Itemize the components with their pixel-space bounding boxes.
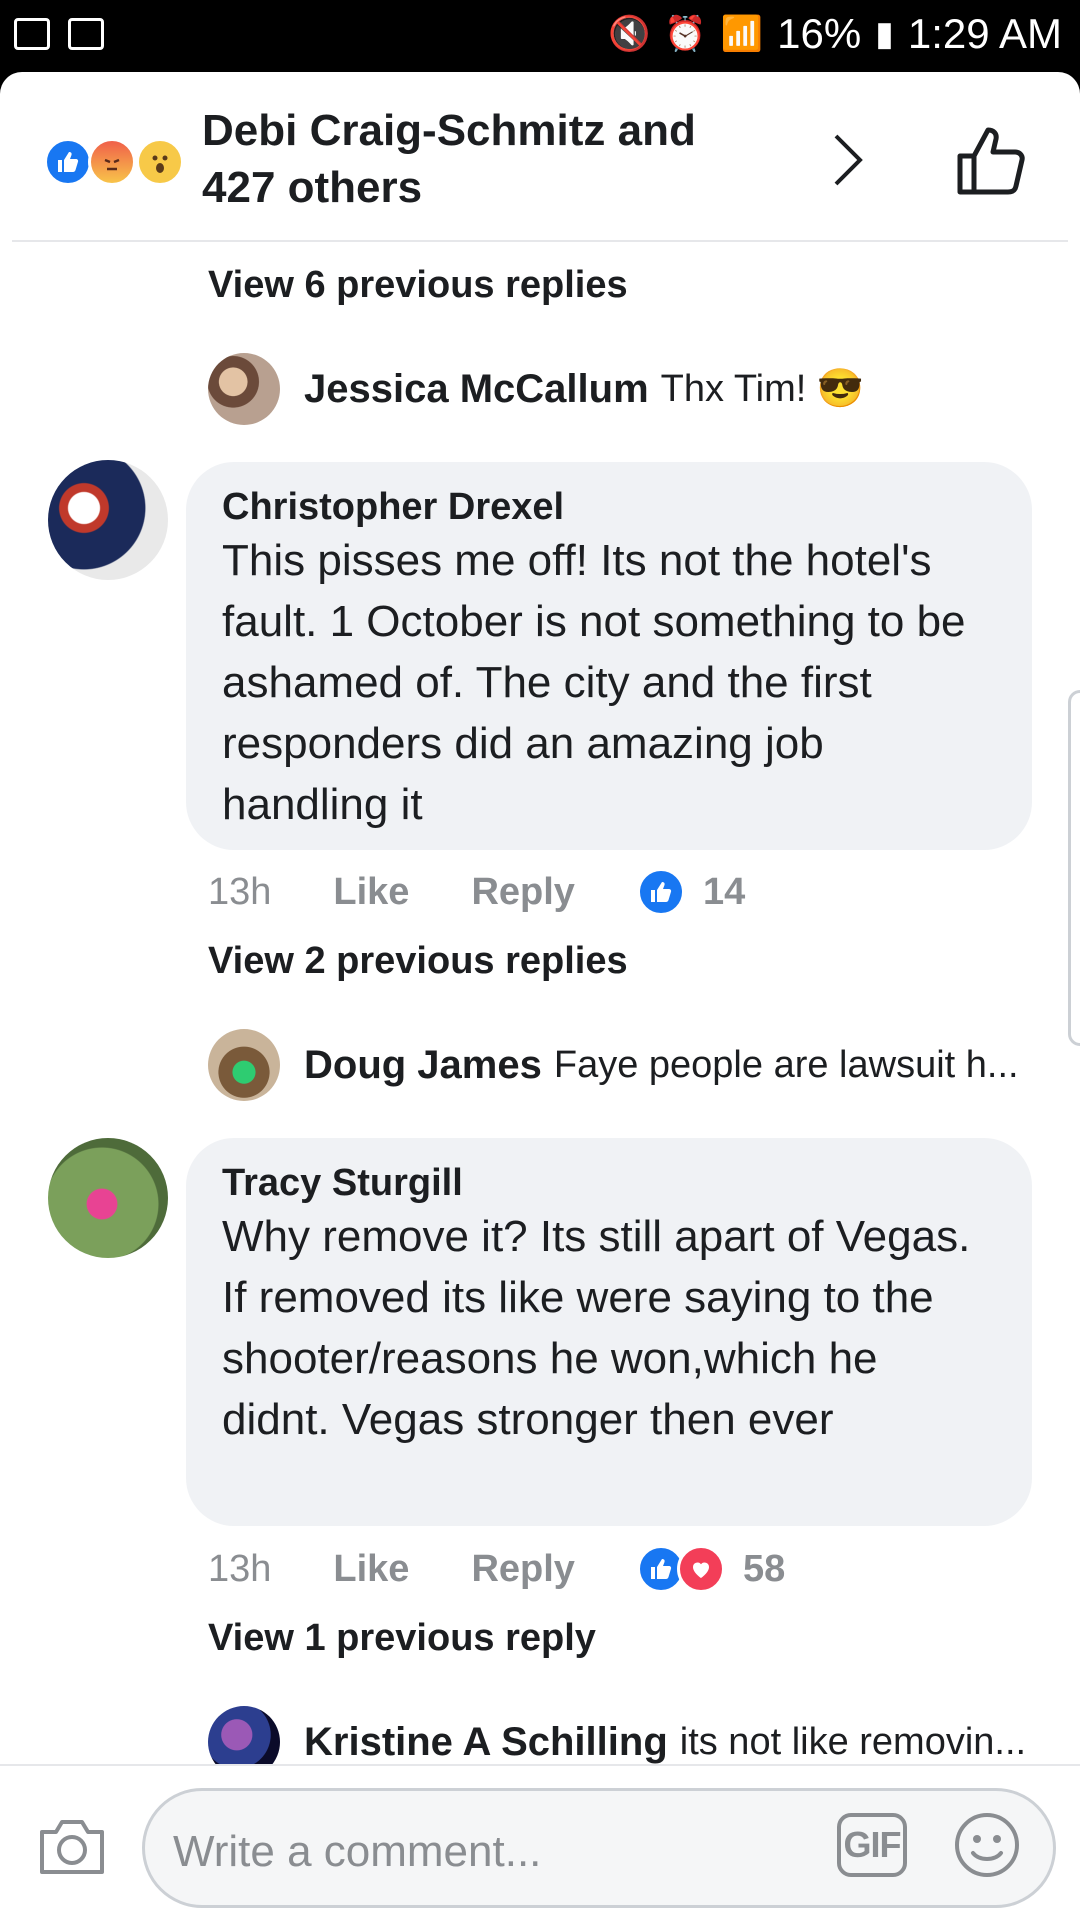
love-icon bbox=[676, 1545, 725, 1593]
comment-actions: 13h Like Reply 58 bbox=[208, 1541, 785, 1597]
mail-notification-icon bbox=[68, 18, 104, 50]
reply-text: Faye people are lawsuit h... bbox=[553, 1043, 1019, 1086]
reactions-header[interactable]: Debi Craig-Schmitz and 427 others bbox=[12, 72, 1068, 242]
view-previous-replies-link[interactable]: View 1 previous reply bbox=[208, 1617, 596, 1660]
reaction-total: 58 bbox=[742, 1547, 786, 1590]
chevron-right-icon[interactable] bbox=[818, 130, 878, 190]
reply-author[interactable]: Doug James bbox=[304, 1043, 542, 1088]
like-icon bbox=[636, 868, 685, 916]
alarm-icon: ⏰ bbox=[664, 15, 707, 53]
status-bar: 🔇 ⏰ 📶 16% ▮ 1:29 AM bbox=[0, 0, 1080, 72]
reactions-title[interactable]: Debi Craig-Schmitz and 427 others bbox=[202, 102, 762, 216]
reply-action[interactable]: Reply bbox=[471, 871, 574, 914]
battery-icon: ▮ bbox=[875, 15, 894, 53]
wifi-icon: 📶 bbox=[720, 15, 764, 53]
comment-text: Why remove it? Its still apart of Vegas.… bbox=[222, 1212, 971, 1444]
like-action[interactable]: Like bbox=[333, 1548, 409, 1591]
like-action[interactable]: Like bbox=[333, 871, 409, 914]
emoji-icon[interactable] bbox=[953, 1811, 1021, 1879]
comments-sheet: Debi Craig-Schmitz and 427 others View 6… bbox=[0, 72, 1080, 1920]
comment-actions: 13h Like Reply 14 bbox=[208, 864, 745, 920]
view-previous-replies-link[interactable]: View 2 previous replies bbox=[208, 940, 628, 983]
reply-preview[interactable]: Kristine A Schilling its not like removi… bbox=[208, 1706, 1026, 1764]
like-icon bbox=[44, 138, 92, 186]
mute-icon: 🔇 bbox=[608, 15, 651, 53]
avatar[interactable] bbox=[208, 353, 280, 425]
reply-text: Thx Tim! 😎 bbox=[660, 368, 865, 410]
comment-text: This pisses me off! Its not the hotel's … bbox=[222, 536, 966, 829]
comment-input-placeholder[interactable]: Write a comment... bbox=[173, 1827, 541, 1877]
battery-percent: 16% bbox=[777, 10, 862, 57]
comment-time: 13h bbox=[208, 870, 272, 913]
reaction-total: 14 bbox=[702, 870, 746, 913]
avatar[interactable] bbox=[208, 1706, 280, 1764]
gif-button[interactable]: GIF bbox=[837, 1813, 907, 1877]
comment-composer: Write a comment... GIF bbox=[0, 1764, 1080, 1920]
comment-author[interactable]: Tracy Sturgill bbox=[222, 1160, 996, 1206]
gallery-notification-icon bbox=[14, 18, 50, 50]
comment-list[interactable]: View 6 previous replies Jessica McCallum… bbox=[0, 240, 1080, 1764]
comment-bubble[interactable]: Tracy Sturgill Why remove it? Its still … bbox=[186, 1138, 1032, 1526]
avatar[interactable] bbox=[48, 460, 168, 580]
reply-author[interactable]: Jessica McCallum bbox=[304, 367, 649, 412]
scrollbar[interactable] bbox=[1068, 690, 1080, 1046]
clock: 1:29 AM bbox=[907, 10, 1062, 57]
like-button-icon[interactable] bbox=[954, 122, 1030, 198]
reply-text: its not like removin... bbox=[679, 1720, 1027, 1763]
reaction-summary[interactable] bbox=[44, 138, 204, 188]
reply-action[interactable]: Reply bbox=[471, 1548, 574, 1591]
avatar[interactable] bbox=[208, 1029, 280, 1101]
reply-preview[interactable]: Doug James Faye people are lawsuit h... bbox=[208, 1029, 1019, 1101]
comment-author[interactable]: Christopher Drexel bbox=[222, 484, 996, 530]
reply-author[interactable]: Kristine A Schilling bbox=[304, 1720, 668, 1765]
angry-icon bbox=[88, 138, 136, 186]
reaction-count[interactable]: 14 bbox=[636, 868, 746, 916]
reply-preview[interactable]: Jessica McCallum Thx Tim! 😎 bbox=[208, 353, 864, 425]
camera-icon[interactable] bbox=[38, 1816, 106, 1876]
avatar[interactable] bbox=[48, 1138, 168, 1258]
reaction-count[interactable]: 58 bbox=[636, 1545, 786, 1593]
view-previous-replies-link[interactable]: View 6 previous replies bbox=[208, 264, 628, 307]
comment-bubble[interactable]: Christopher Drexel This pisses me off! I… bbox=[186, 462, 1032, 850]
comment-input[interactable]: Write a comment... GIF bbox=[142, 1788, 1056, 1908]
wow-icon bbox=[136, 138, 184, 186]
comment-time: 13h bbox=[208, 1547, 272, 1590]
